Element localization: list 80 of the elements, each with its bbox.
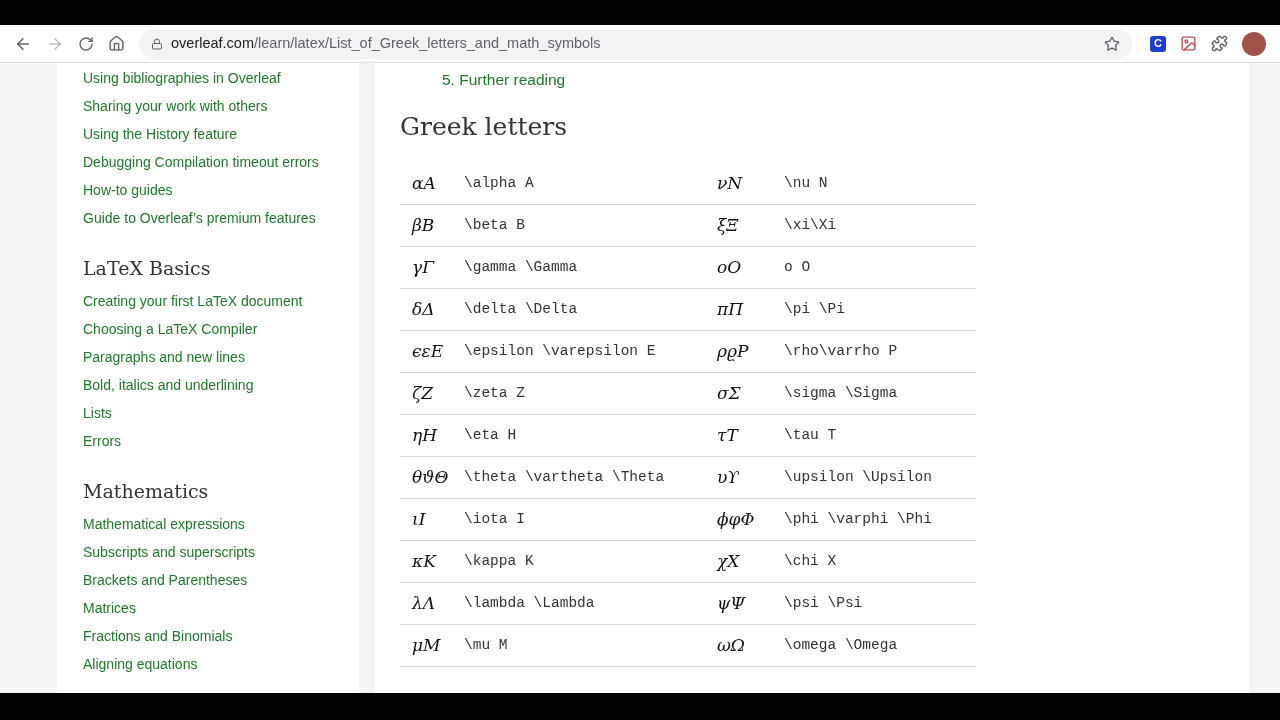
- latex-command: \sigma \Sigma: [784, 383, 898, 403]
- greek-symbol: νN: [717, 171, 744, 195]
- toc-link[interactable]: 5. Further reading: [442, 71, 566, 88]
- sidebar-link[interactable]: Aligning equations: [83, 656, 198, 672]
- greek-symbol: κK: [411, 549, 438, 573]
- latex-command: \beta B: [464, 215, 526, 235]
- address-bar[interactable]: overleaf.com/learn/latex/List_of_Greek_letters_and_math_symbols: [139, 28, 1132, 59]
- latex-command: \lambda \Lambda: [464, 593, 596, 613]
- greek-symbol: ηH: [411, 423, 439, 447]
- latex-command: \kappa K: [464, 551, 535, 571]
- sidebar-link[interactable]: Debugging Compilation timeout errors: [83, 154, 319, 170]
- latex-command: \eta H: [464, 425, 518, 445]
- latex-command: \xi\Xi: [784, 215, 837, 235]
- latex-command: \alpha A: [464, 173, 535, 193]
- latex-command: \gamma \Gamma: [464, 257, 579, 277]
- greek-symbol: ωΩ: [717, 633, 746, 657]
- sidebar-link[interactable]: Guide to Overleaf’s premium features: [83, 210, 316, 226]
- reload-icon[interactable]: [78, 35, 94, 52]
- puzzle-icon[interactable]: [1211, 35, 1228, 52]
- extension-icon[interactable]: C: [1150, 35, 1166, 52]
- greek-symbol: θϑΘ: [411, 465, 450, 489]
- sidebar-link[interactable]: Sharing your work with others: [83, 98, 268, 114]
- greek-symbol: χX: [717, 549, 741, 573]
- latex-command: \delta \Delta: [464, 299, 579, 319]
- latex-command: \epsilon \varepsilon E: [464, 341, 657, 361]
- sidebar-link[interactable]: Errors: [83, 433, 122, 449]
- sidebar-link[interactable]: Using bibliographies in Overleaf: [83, 70, 281, 86]
- sidebar-link[interactable]: Fractions and Binomials: [83, 628, 233, 644]
- greek-symbol: σΣ: [717, 381, 742, 405]
- section-heading: Greek letters: [400, 111, 569, 143]
- greek-symbol: ψΨ: [717, 591, 747, 615]
- greek-symbol: ρϱP: [717, 339, 750, 363]
- image-icon[interactable]: [1180, 35, 1197, 52]
- greek-symbol: τT: [717, 423, 740, 447]
- greek-symbol: οO: [717, 255, 743, 279]
- greek-symbol: ϵεE: [411, 339, 445, 363]
- latex-command: \omega \Omega: [784, 635, 898, 655]
- sidebar-link[interactable]: How-to guides: [83, 182, 173, 198]
- latex-command: \psi \Psi: [784, 593, 863, 613]
- sidebar-link[interactable]: Using the History feature: [83, 126, 238, 142]
- sidebar-link[interactable]: Creating your first LaTeX document: [83, 293, 303, 309]
- greek-symbol: πΠ: [717, 297, 745, 321]
- greek-symbol: ζZ: [411, 381, 435, 405]
- avatar-icon[interactable]: [1242, 31, 1266, 56]
- greek-symbol: βB: [410, 213, 436, 237]
- sidebar-link[interactable]: Brackets and Parentheses: [83, 572, 248, 588]
- greek-symbol: ϕφΦ: [717, 507, 756, 531]
- latex-command: \phi \varphi \Phi: [784, 509, 932, 529]
- greek-symbol: λΛ: [410, 591, 437, 615]
- latex-command: \nu N: [784, 173, 828, 193]
- latex-command: \iota I: [464, 509, 526, 529]
- greek-symbol: ξΞ: [717, 213, 740, 237]
- greek-symbol: υϒ: [717, 465, 740, 489]
- sidebar-link[interactable]: Matrices: [83, 600, 136, 616]
- sidebar-heading: LaTeX Basics: [83, 256, 212, 281]
- lock-icon: [151, 37, 163, 50]
- latex-command: o O: [784, 257, 811, 277]
- latex-command: \chi X: [784, 551, 837, 571]
- sidebar-link[interactable]: Mathematical expressions: [83, 516, 245, 532]
- greek-symbol: μM: [411, 633, 442, 657]
- latex-command: \pi \Pi: [784, 299, 845, 319]
- sidebar-link[interactable]: Lists: [83, 405, 112, 421]
- latex-command: \mu M: [464, 635, 509, 655]
- greek-symbol: γΓ: [411, 255, 436, 279]
- sidebar-link[interactable]: Paragraphs and new lines: [83, 349, 245, 365]
- bookmark-star-icon[interactable]: [1104, 35, 1120, 52]
- latex-command: \rho\varrho P: [784, 341, 898, 361]
- latex-command: \zeta Z: [464, 383, 526, 403]
- greek-symbol: αA: [411, 171, 437, 195]
- sidebar-link[interactable]: Subscripts and superscripts: [83, 544, 255, 560]
- latex-command: \tau T: [784, 425, 837, 445]
- home-icon[interactable]: [108, 35, 125, 52]
- greek-symbol: δΔ: [411, 297, 436, 321]
- sidebar-link[interactable]: Choosing a LaTeX Compiler: [83, 321, 258, 337]
- greek-symbol: ιI: [411, 507, 427, 531]
- latex-command: \theta \vartheta \Theta: [464, 467, 666, 487]
- sidebar-link[interactable]: Bold, italics and underlining: [83, 377, 254, 393]
- sidebar-heading: Mathematics: [83, 479, 210, 504]
- latex-command: \upsilon \Upsilon: [784, 467, 932, 487]
- url-text: overleaf.com/learn/latex/List_of_Greek_letters_and_math_symbols: [171, 33, 602, 53]
